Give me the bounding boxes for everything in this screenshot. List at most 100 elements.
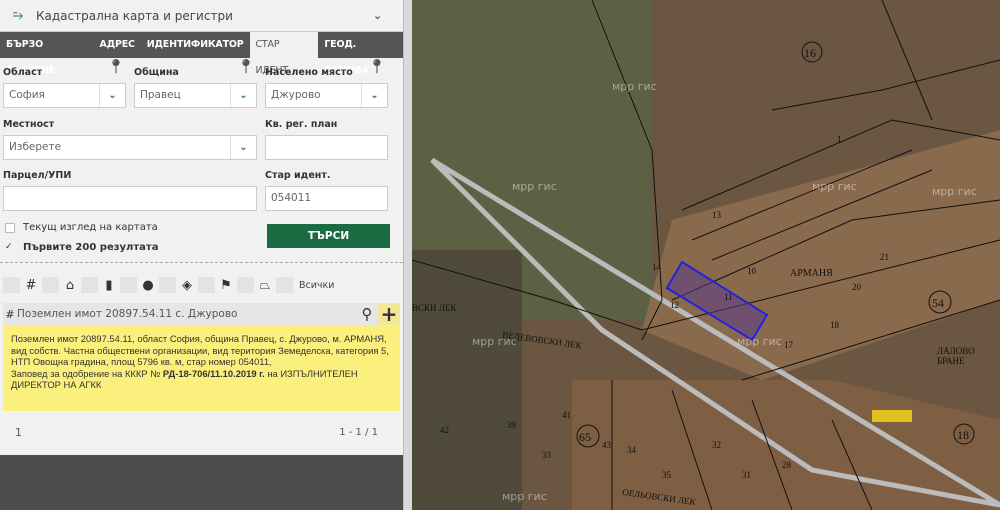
result-description: Поземлен имот 20897.54.11, област София,… (11, 333, 389, 367)
mestnost-label: Местност (3, 119, 54, 130)
watermark: мрр гис (472, 335, 517, 348)
parcel-label: 10 (747, 266, 756, 276)
parcel-label: 21 (880, 252, 889, 262)
add-icon[interactable]: + (378, 303, 400, 325)
watermark: мрр гис (612, 80, 657, 93)
mestnost-select[interactable]: Изберете ⌄ (3, 135, 257, 160)
tab-identifier[interactable]: ИДЕНТИФИКАТОР (141, 32, 250, 58)
filter-checkbox[interactable] (81, 277, 98, 293)
section-label: 65 (579, 430, 591, 445)
filter-checkbox[interactable] (120, 277, 137, 293)
panel-splitter[interactable] (403, 0, 412, 510)
filter-all-label[interactable]: Всички (299, 280, 334, 291)
filter-checkbox[interactable] (237, 277, 254, 293)
parcel-label: 43 (602, 440, 611, 450)
old-id-label: Стар идент. (265, 170, 330, 181)
chevron-down-icon[interactable]: ⌄ (99, 84, 125, 107)
location-pin-icon[interactable]: 📍︎ (237, 59, 255, 75)
cadastral-map[interactable]: 16 54 65 18 10 11 12 13 14 17 18 20 21 1… (412, 0, 1000, 510)
search-tabs: БЪРЗО ТЪРСЕНЕ АДРЕС ИДЕНТИФИКАТОР СТАР И… (0, 32, 403, 58)
result-header[interactable]: # Поземлен имот 20897.54.11 с. Джурово ⚲… (3, 303, 400, 325)
mestnost-value: Изберете (9, 141, 61, 153)
divider (0, 262, 403, 263)
location-pin-icon[interactable]: ● (137, 278, 159, 293)
filter-checkbox[interactable] (198, 277, 215, 293)
parcel-label: 14 (652, 262, 661, 272)
filter-checkbox[interactable] (276, 277, 293, 293)
grid-icon: # (3, 308, 17, 321)
current-view-checkbox[interactable]: Текущ изглед на картата (5, 222, 158, 233)
parcel-input[interactable] (3, 186, 257, 211)
panel-title: Кадастрална карта и регистри (36, 9, 373, 23)
chevron-down-icon[interactable]: ⌄ (230, 136, 256, 159)
obshtina-select[interactable]: Правец ⌄ (134, 83, 257, 108)
map-parcels (412, 0, 1000, 510)
oblast-select[interactable]: София ⌄ (3, 83, 126, 108)
oblast-label: Област (3, 67, 42, 78)
parcel-label: 31 (742, 470, 751, 480)
section-label: 18 (957, 428, 969, 443)
first200-label: Първите 200 резултата (23, 242, 158, 253)
parcel-label: 28 (782, 460, 791, 470)
polygon-icon[interactable]: ⏢ (254, 278, 276, 293)
parcel-label: 11 (724, 292, 733, 302)
tab-geod-base[interactable]: ГЕОД. ОСНОВА (318, 32, 403, 58)
layers-icon[interactable]: ◈ (176, 278, 198, 293)
parcel-label: 39 (507, 420, 516, 430)
first200-checkbox[interactable]: ✓ Първите 200 резултата (5, 242, 158, 253)
place-label: ЛАЛОВО БРАНЕ (937, 346, 1000, 366)
panel-header[interactable]: ⥲ Кадастрална карта и регистри ⌄ (0, 0, 403, 32)
chevron-down-icon[interactable]: ⌄ (361, 84, 387, 107)
locality-label: АРМАНЯ (790, 268, 833, 279)
naseleno-value: Джурово (271, 89, 321, 101)
naseleno-select[interactable]: Джурово ⌄ (265, 83, 388, 108)
order-prefix: Заповед за одобрение на КККР № (11, 368, 163, 379)
oblast-value: София (9, 89, 45, 101)
parcel-label: 13 (712, 210, 721, 220)
parcel-label: 32 (712, 440, 721, 450)
forest-area (412, 250, 522, 510)
filter-checkbox[interactable] (42, 277, 59, 293)
tab-quick-search[interactable]: БЪРЗО ТЪРСЕНЕ (0, 32, 94, 58)
obshtina-label: Община (134, 67, 179, 78)
result-details: Поземлен имот 20897.54.11, област София,… (3, 325, 400, 411)
checkbox[interactable] (5, 223, 15, 233)
grid-icon[interactable]: # (20, 278, 42, 293)
order-number: РД-18-706/ (163, 368, 210, 379)
filter-checkbox[interactable] (159, 277, 176, 293)
page-number[interactable]: 1 (15, 426, 22, 439)
building (872, 410, 912, 422)
field-area (642, 130, 1000, 380)
parcel-label: 1 (837, 134, 842, 144)
tab-old-identifier[interactable]: СТАР ИДЕНТ. (250, 32, 319, 58)
location-pin-icon[interactable]: 📍︎ (107, 59, 125, 75)
current-view-label: Текущ изглед на картата (23, 222, 158, 233)
watermark: мрр гис (812, 180, 857, 193)
parcel-label: 35 (662, 470, 671, 480)
parcel-label: 18 (830, 320, 839, 330)
chevron-down-icon[interactable]: ⌄ (230, 84, 256, 107)
tab-address[interactable]: АДРЕС (94, 32, 141, 58)
home-icon[interactable]: ⌂ (59, 278, 81, 293)
panel-footer (0, 455, 403, 510)
obshtina-value: Правец (140, 89, 181, 101)
filter-checkbox[interactable] (3, 277, 20, 293)
order-date: 11.10.2019 г. (210, 368, 265, 379)
chevron-down-icon[interactable]: ⌄ (373, 9, 403, 22)
kv-label: Кв. рег. план (265, 119, 337, 130)
result-title[interactable]: Поземлен имот 20897.54.11 с. Джурово (17, 308, 237, 320)
parcel-label: 33 (542, 450, 551, 460)
location-pin-icon[interactable]: 📍︎ (368, 59, 386, 75)
watermark: мрр гис (502, 490, 547, 503)
kv-input[interactable] (265, 135, 388, 160)
checkmark-icon[interactable]: ✓ (5, 243, 15, 253)
building-icon[interactable]: ▮ (98, 278, 120, 293)
parcel-label: 20 (852, 282, 861, 292)
section-label: 54 (932, 296, 944, 311)
old-id-input[interactable]: 054011 (265, 186, 388, 211)
flag-icon[interactable]: ⚑ (215, 278, 237, 293)
parcel-label: 42 (440, 425, 449, 435)
zoom-to-icon[interactable]: ⚲ (356, 305, 378, 323)
parcel-label: 41 (562, 410, 571, 420)
search-button[interactable]: ТЪРСИ (267, 224, 390, 248)
